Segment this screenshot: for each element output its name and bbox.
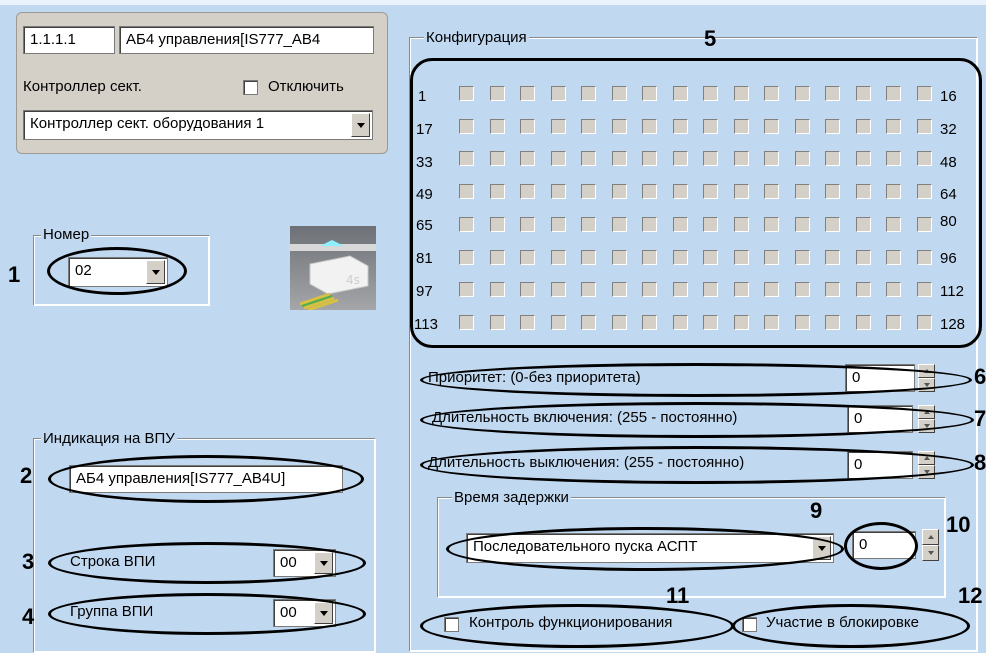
controller-select[interactable]: Контроллер сект. оборудования 1 (23, 110, 373, 140)
vpi-row-highlight (48, 542, 366, 584)
device-image: 4s (290, 226, 376, 312)
id-field[interactable]: 1.1.1.1 (23, 26, 115, 54)
callout-1: 1 (8, 262, 21, 287)
callout-2: 2 (20, 463, 33, 488)
off-duration-highlight (420, 446, 974, 484)
delay-value-stepper[interactable] (922, 529, 939, 561)
callout-3: 3 (22, 549, 35, 574)
callout-11: 11 (666, 583, 690, 608)
config-grid-highlight (410, 58, 982, 348)
callout-4: 4 (22, 604, 35, 629)
callout-6: 6 (974, 364, 986, 389)
device-icon: 4s (290, 226, 376, 312)
controller-select-value: Контроллер сект. оборудования 1 (30, 115, 265, 132)
control-highlight (420, 604, 734, 648)
indication-group-title: Индикация на ВПУ (41, 430, 177, 447)
delay-type-highlight (446, 527, 844, 571)
object-name-field[interactable]: АБ4 управления[IS777_AB4 (119, 26, 374, 54)
svg-text:4s: 4s (346, 273, 360, 287)
vpi-group-highlight (48, 593, 366, 635)
priority-highlight (420, 363, 972, 397)
callout-5: 5 (704, 26, 717, 51)
cropped-caption-strip (0, 0, 986, 5)
disable-checkbox[interactable] (243, 80, 258, 95)
delay-group-title: Время задержки (452, 489, 571, 506)
controller-label: Контроллер сект. (23, 78, 142, 95)
callout-9: 9 (810, 498, 823, 523)
callout-7: 7 (974, 406, 986, 431)
chevron-down-icon[interactable] (351, 113, 370, 137)
blocking-highlight (732, 604, 970, 648)
vpu-name-highlight (48, 455, 364, 503)
configuration-group-title: Конфигурация (424, 29, 529, 46)
number-select-highlight (47, 247, 187, 295)
on-duration-highlight (420, 402, 974, 438)
disable-label: Отключить (268, 78, 344, 95)
callout-12: 12 (958, 583, 983, 608)
callout-10: 10 (946, 512, 971, 537)
number-group-title: Номер (41, 226, 92, 243)
callout-8: 8 (974, 450, 986, 475)
delay-value-highlight (844, 522, 918, 570)
